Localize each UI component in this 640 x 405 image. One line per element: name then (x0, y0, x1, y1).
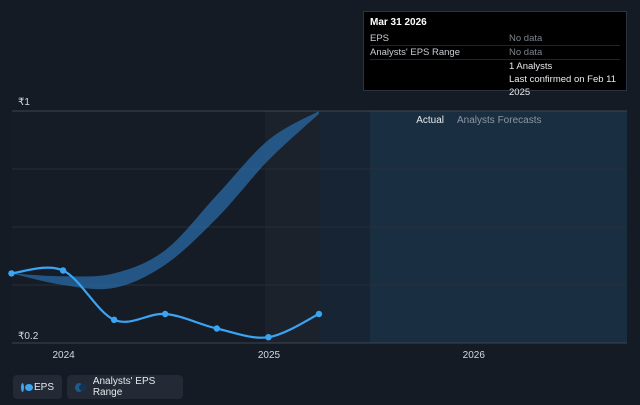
range-legend-icon (75, 382, 87, 392)
tooltip-confirmed: Last confirmed on Feb 11 2025 (509, 74, 617, 98)
x-tick-label: 2026 (463, 350, 486, 361)
x-axis-ticks: 2024 2025 2026 (52, 350, 485, 361)
x-tick-label: 2025 (258, 350, 281, 361)
legend-range-button[interactable]: Analysts' EPS Range (67, 375, 183, 399)
eps-point (265, 334, 272, 341)
tooltip-range-value: No data (509, 47, 543, 58)
tooltip-eps-row: EPS No data (370, 32, 620, 46)
data-tooltip: Mar 31 2026 EPS No data Analysts' EPS Ra… (363, 11, 627, 98)
eps-point (110, 316, 118, 323)
forecast-section-label: Analysts Forecasts (457, 115, 541, 126)
legend-eps-button[interactable]: EPS (13, 375, 62, 399)
y-axis-bottom-label: ₹0.2 (18, 331, 39, 342)
tooltip-eps-label: EPS (370, 33, 390, 44)
tooltip-analysts: 1 Analysts (509, 61, 553, 72)
eps-point (161, 310, 169, 318)
legend-range-label: Analysts' EPS Range (92, 376, 156, 398)
x-tick-label: 2024 (52, 350, 75, 361)
tooltip-range-label: Analysts' EPS Range (370, 47, 460, 58)
eps-point (213, 325, 221, 332)
eps-point (8, 270, 15, 277)
eps-point (315, 310, 323, 318)
actual-section-label: Actual (416, 115, 444, 126)
eps-point (59, 267, 67, 274)
tooltip-date: Mar 31 2026 (370, 17, 427, 28)
eps-legend-icon (21, 382, 33, 392)
tooltip-eps-value: No data (509, 33, 543, 44)
legend-eps-label: EPS (33, 381, 54, 393)
y-axis-top-label: ₹1 (18, 97, 30, 108)
tooltip-range-row: Analysts' EPS Range No data (370, 46, 620, 60)
